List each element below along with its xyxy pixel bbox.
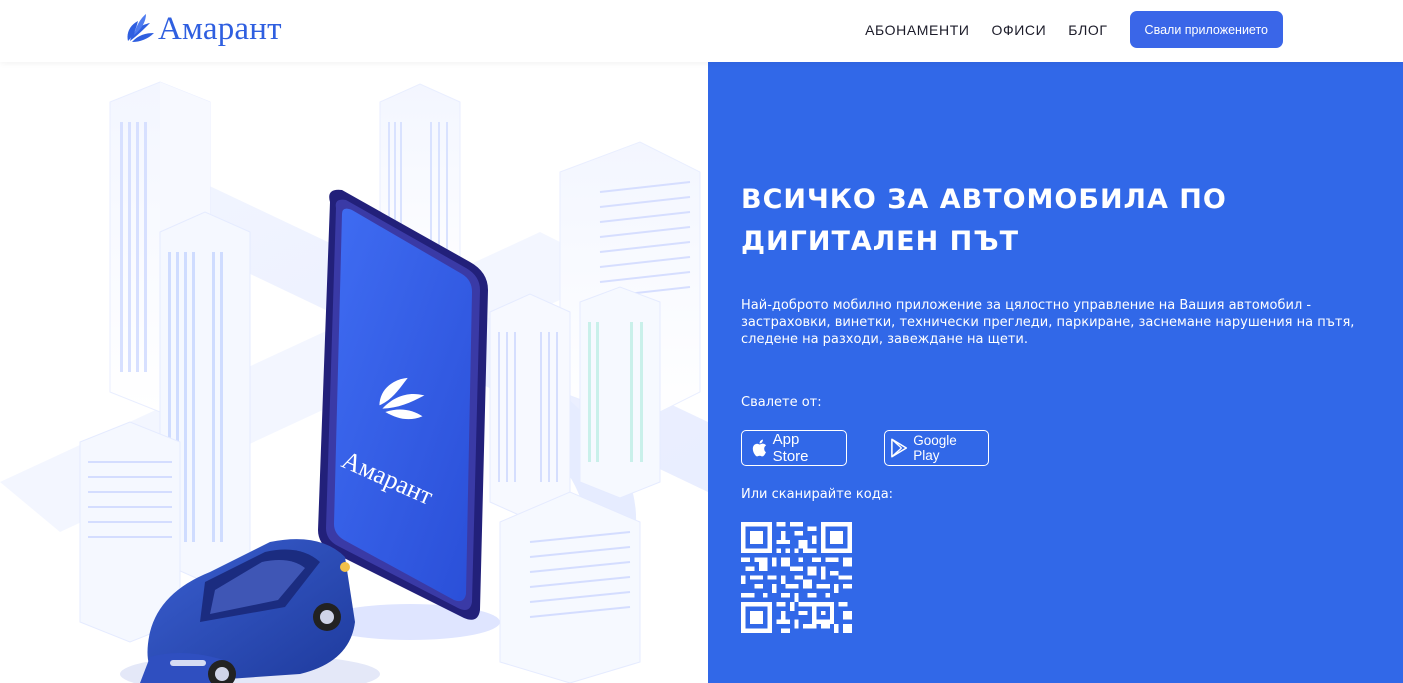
hero-illustration: Амарант xyxy=(0,62,708,683)
google-play-button[interactable]: Google Play xyxy=(884,430,989,466)
building-7 xyxy=(579,286,661,499)
main-nav: АБОНАМЕНТИ ОФИСИ БЛОГ Свали приложението xyxy=(865,11,1283,48)
apple-icon xyxy=(752,439,767,457)
phone-illustration: Амарант xyxy=(318,189,488,620)
qr-code[interactable] xyxy=(741,522,852,633)
headline-line-2: ДИГИТАЛЕН ПЪТ xyxy=(741,226,1020,257)
city-phone-car-illustration: Амарант xyxy=(0,81,708,683)
nav-link-subscriptions[interactable]: АБОНАМЕНТИ xyxy=(865,22,969,38)
brand-name: Амарант xyxy=(158,10,282,47)
hero-description: Най-доброто мобилно приложение за цялост… xyxy=(741,298,1355,347)
brand-logo[interactable]: Амарант xyxy=(124,9,282,49)
building-8 xyxy=(499,491,641,683)
google-play-label: Google Play xyxy=(913,433,957,463)
nav-link-blog[interactable]: БЛОГ xyxy=(1068,22,1107,38)
building-6 xyxy=(489,293,571,521)
download-label: Свалете от: xyxy=(741,395,822,410)
app-store-label: App Store xyxy=(772,431,809,465)
site-header: Амарант АБОНАМЕНТИ ОФИСИ БЛОГ Свали прил… xyxy=(0,0,1403,62)
headline-line-1: ВСИЧКО ЗА АВТОМОБИЛА ПО xyxy=(741,184,1227,215)
download-app-button[interactable]: Свали приложението xyxy=(1129,11,1283,48)
app-store-button[interactable]: App Store xyxy=(741,430,847,466)
google-play-icon xyxy=(891,438,908,458)
nav-link-offices[interactable]: ОФИСИ xyxy=(992,22,1047,38)
hero-panel: ВСИЧКО ЗА АВТОМОБИЛА ПО ДИГИТАЛЕН ПЪТ На… xyxy=(708,62,1403,683)
scan-label: Или сканирайте кода: xyxy=(741,487,894,502)
hero-headline: ВСИЧКО ЗА АВТОМОБИЛА ПО ДИГИТАЛЕН ПЪТ xyxy=(741,179,1361,263)
amarant-leaf-icon xyxy=(127,14,154,42)
